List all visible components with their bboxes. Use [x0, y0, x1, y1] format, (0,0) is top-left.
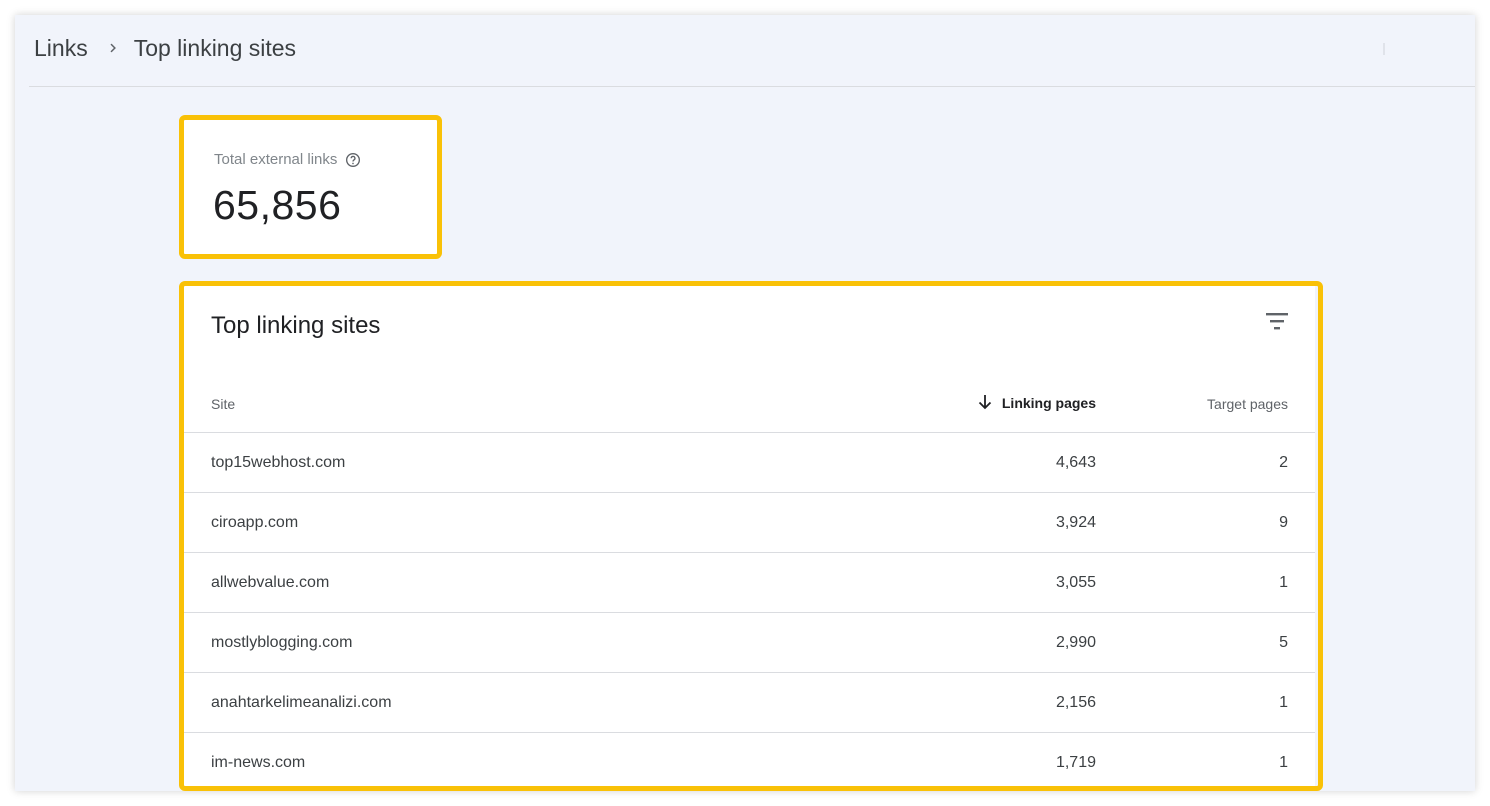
kpi-highlight-box: [179, 115, 442, 259]
header-divider: [29, 86, 1475, 87]
page-title: Top linking sites: [133, 34, 297, 61]
app-window: Links Top linking sites Total external l…: [15, 15, 1475, 791]
table-highlight-box: [179, 281, 1323, 791]
breadcrumb-links-link[interactable]: Links: [34, 35, 88, 62]
page-header: Links Top linking sites: [15, 15, 1475, 85]
breadcrumb: Links Top linking sites: [34, 33, 296, 63]
chevron-right-icon: [106, 41, 120, 55]
header-divider-mark: [1383, 43, 1385, 55]
